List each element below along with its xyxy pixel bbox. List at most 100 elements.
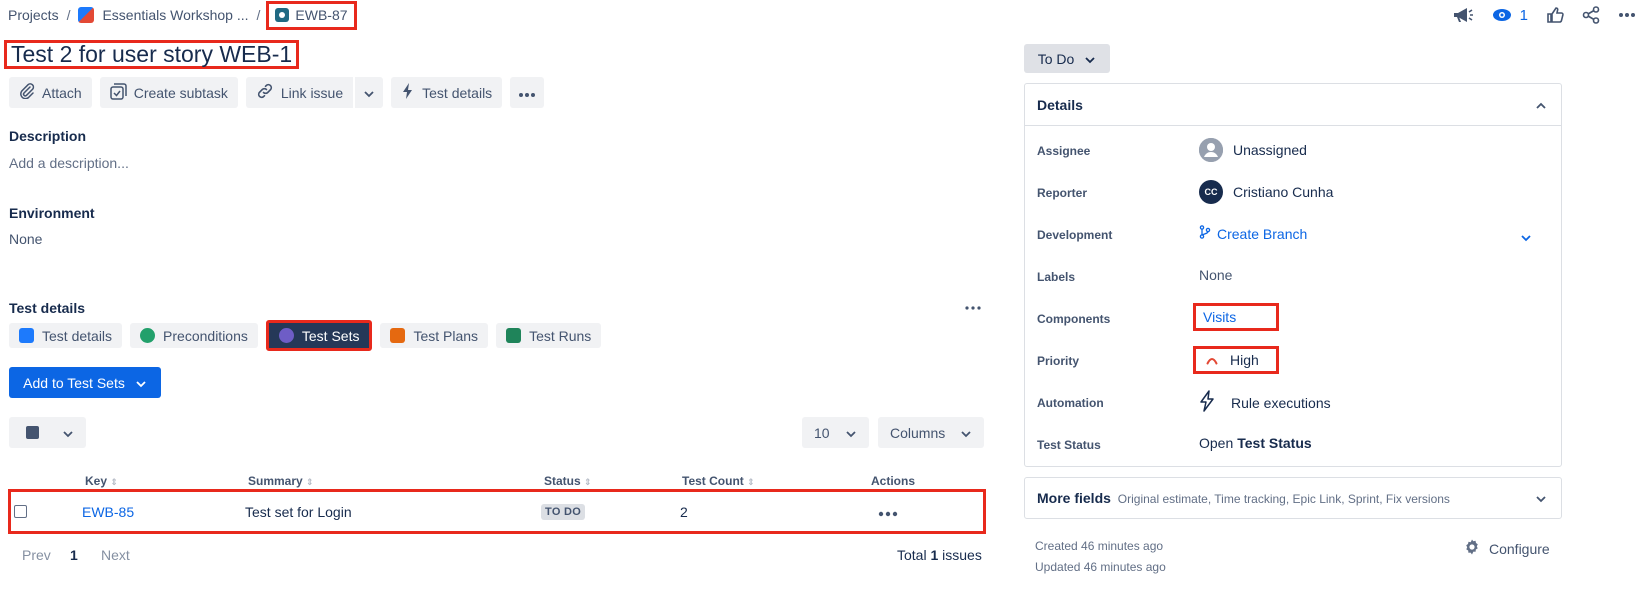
details-panel: Details Assignee Unassigned Reporter CC … — [1024, 83, 1562, 467]
test-details-label: Test details — [422, 84, 493, 101]
description-label: Description — [9, 128, 87, 144]
prev-page-button[interactable]: Prev — [22, 547, 51, 563]
feedback-megaphone-icon[interactable] — [1452, 6, 1474, 24]
watch-count: 1 — [1519, 6, 1528, 24]
row-status: TO DO — [541, 492, 586, 531]
breadcrumb-project-link[interactable]: Essentials Workshop ... — [102, 7, 248, 23]
more-horizontal-icon — [518, 85, 536, 101]
subtask-icon — [109, 82, 127, 103]
like-thumbs-up-icon[interactable] — [1546, 6, 1564, 24]
environment-value[interactable]: None — [9, 231, 42, 247]
automation-label: Automation — [1037, 396, 1104, 410]
test-runs-tab-icon — [506, 328, 522, 343]
tab-test-runs[interactable]: Test Runs — [496, 323, 602, 348]
row-key-link[interactable]: EWB-85 — [82, 492, 134, 531]
tab-test-sets[interactable]: Test Sets — [265, 320, 373, 351]
more-actions-icon[interactable] — [1618, 12, 1636, 18]
page-number-1[interactable]: 1 — [70, 547, 78, 563]
tab-test-details[interactable]: Test details — [9, 323, 123, 348]
page-size-value: 10 — [814, 424, 830, 441]
test-details-tabs: Test details Preconditions Test Sets Tes… — [9, 320, 602, 351]
attach-button[interactable]: Attach — [9, 77, 92, 108]
created-timestamp: Created 46 minutes ago — [1035, 539, 1164, 553]
row-checkbox[interactable] — [14, 492, 27, 531]
status-transition-button[interactable]: To Do — [1024, 44, 1110, 73]
test-details-section-title: Test details — [9, 300, 85, 316]
link-issue-dropdown-button[interactable] — [353, 77, 383, 108]
columns-button[interactable]: Columns — [878, 417, 984, 448]
labels-value[interactable]: None — [1199, 267, 1232, 283]
reporter-value[interactable]: CC Cristiano Cunha — [1199, 180, 1333, 204]
column-header-status[interactable]: Status ⇕ — [544, 474, 592, 488]
total-issues: Total 1 issues — [897, 547, 982, 563]
chevron-down-icon — [62, 425, 74, 441]
column-header-summary[interactable]: Summary ⇕ — [248, 474, 314, 488]
tab-label: Test Sets — [301, 327, 360, 344]
chevron-down-icon — [1535, 490, 1547, 506]
priority-value[interactable]: High — [1193, 346, 1279, 374]
link-issue-button[interactable]: Link issue — [246, 77, 353, 108]
assignee-value[interactable]: Unassigned — [1199, 138, 1307, 162]
checkbox-square-icon — [26, 426, 39, 439]
next-page-button[interactable]: Next — [101, 547, 130, 563]
component-link[interactable]: Visits — [1203, 309, 1236, 325]
details-title: Details — [1037, 96, 1083, 113]
eye-icon — [1492, 8, 1512, 22]
columns-label: Columns — [890, 424, 946, 441]
sort-icon: ⇕ — [747, 477, 755, 487]
paperclip-icon — [19, 83, 35, 102]
share-icon[interactable] — [1582, 6, 1600, 24]
tab-label: Test Runs — [529, 327, 592, 344]
reporter-label: Reporter — [1037, 186, 1088, 200]
test-issue-icon — [275, 8, 290, 22]
page-size-select[interactable]: 10 — [802, 417, 869, 448]
configure-label: Configure — [1489, 540, 1550, 557]
development-chevron-down-icon[interactable] — [1520, 229, 1532, 245]
chevron-down-icon — [845, 425, 857, 441]
reporter-avatar: CC — [1199, 180, 1223, 204]
checkbox-icon — [14, 505, 27, 518]
link-issue-label: Link issue — [280, 84, 344, 101]
issue-title[interactable]: Test 2 for user story WEB-1 — [4, 40, 300, 69]
bulk-select-dropdown[interactable] — [9, 417, 86, 448]
components-value[interactable]: Visits — [1193, 303, 1279, 331]
test-status-value[interactable]: Open Test Status — [1199, 435, 1312, 451]
test-details-button[interactable]: Test details — [391, 77, 503, 108]
watch-button[interactable]: 1 — [1492, 7, 1528, 24]
sort-icon: ⇕ — [584, 477, 592, 487]
status-label: To Do — [1037, 50, 1075, 67]
more-fields-panel[interactable]: More fields Original estimate, Time trac… — [1024, 477, 1562, 519]
tab-label: Test Plans — [413, 327, 479, 344]
chevron-down-icon — [135, 375, 147, 391]
column-header-test-count[interactable]: Test Count ⇕ — [682, 474, 755, 488]
configure-button[interactable]: Configure — [1463, 538, 1550, 559]
row-test-count: 2 — [680, 503, 688, 520]
breadcrumb-separator: / — [256, 7, 261, 23]
chevron-down-icon — [960, 425, 972, 441]
description-editor[interactable]: Add a description... — [9, 155, 129, 171]
chevron-down-icon — [363, 85, 375, 101]
more-toolbar-button[interactable] — [510, 77, 545, 108]
more-horizontal-icon — [878, 504, 898, 520]
issue-key: EWB-87 — [295, 7, 348, 23]
tab-preconditions[interactable]: Preconditions — [130, 323, 258, 348]
breadcrumb-projects-link[interactable]: Projects — [8, 7, 59, 23]
column-header-key[interactable]: Key ⇕ — [85, 474, 118, 488]
sort-icon: ⇕ — [306, 477, 314, 487]
priority-high-icon — [1206, 352, 1218, 368]
priority-label: Priority — [1037, 354, 1080, 368]
create-subtask-button[interactable]: Create subtask — [99, 77, 238, 108]
create-branch-link[interactable]: Create Branch — [1199, 225, 1307, 242]
details-panel-header[interactable]: Details — [1025, 84, 1561, 126]
tab-test-plans[interactable]: Test Plans — [380, 323, 489, 348]
test-details-tab-icon — [19, 328, 34, 343]
automation-value[interactable]: Rule executions — [1199, 390, 1331, 415]
environment-label: Environment — [9, 205, 95, 221]
test-details-more-icon[interactable] — [964, 298, 982, 314]
create-subtask-label: Create subtask — [133, 84, 228, 101]
row-actions-button[interactable] — [878, 492, 898, 531]
project-icon — [78, 7, 95, 23]
add-to-test-sets-button[interactable]: Add to Test Sets — [9, 367, 161, 398]
breadcrumb-issue-link[interactable]: EWB-87 — [266, 0, 357, 30]
status-badge: TO DO — [541, 503, 586, 520]
